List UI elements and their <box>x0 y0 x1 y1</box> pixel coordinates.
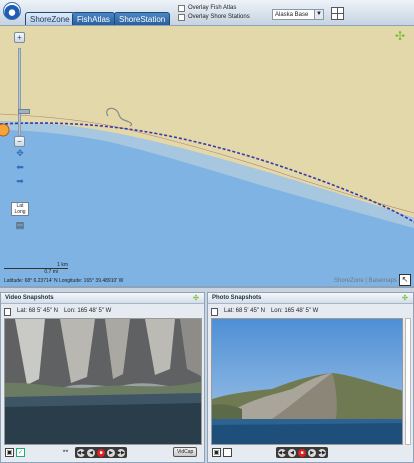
stop-icon[interactable]: ■ <box>97 448 105 457</box>
photo-scrollbar[interactable] <box>405 318 411 445</box>
photo-lat: Lat: 68 5' 45" N <box>224 308 265 314</box>
resize-arrow-icon[interactable]: ↖ <box>399 274 411 286</box>
chevron-down-icon[interactable]: ▼ <box>314 10 323 19</box>
back-arrow-icon[interactable]: ⬅ <box>14 162 26 172</box>
rewind-icon[interactable]: ◀◀ <box>77 448 85 457</box>
stop-icon[interactable]: ■ <box>298 448 306 457</box>
video-frame-image <box>4 318 202 445</box>
overlay-fish-atlas-label: Overlay Fish Atlas <box>188 5 237 11</box>
playback-controls: ◀◀ ◀ ■ ▶ ▶▶ <box>75 447 127 458</box>
tab-shorestation[interactable]: ShoreStation <box>114 12 171 25</box>
video-snapshots-panel: Video Snapshots ✣ Lat: 68 5' 45" N Lon: … <box>0 292 205 463</box>
overlay-shore-stations-label: Overlay Shore Stations <box>188 14 250 20</box>
rewind-icon[interactable]: ◀◀ <box>278 448 286 457</box>
video-panel-header: Video Snapshots ✣ <box>1 293 204 304</box>
camera-icon[interactable]: ▣ <box>5 448 14 457</box>
map-view[interactable]: + − ✥ ⬅ ➡ Lat Long ▤ ✣ 1 km 0.7 mi Latit… <box>0 26 414 288</box>
photo-lon: Lon: 165 48' 5" W <box>270 308 319 314</box>
pan-tool-icon[interactable]: ✥ <box>14 148 26 158</box>
maximize-icon[interactable]: ✣ <box>402 295 409 302</box>
video-panel-title: Video Snapshots <box>5 295 54 301</box>
video-lat: Lat: 68 5' 45" N <box>17 308 58 314</box>
noaa-logo-icon <box>3 2 21 20</box>
photo-panel-title: Photo Snapshots <box>212 295 262 301</box>
photo-controls: ▣ ◀◀ ◀ ■ ▶ ▶▶ <box>208 446 413 460</box>
document-icon[interactable] <box>4 307 11 316</box>
app-header: ShoreZone FishAtlas ShoreStation Overlay… <box>0 0 414 26</box>
scale-bar: 1 km 0.7 mi <box>4 262 68 275</box>
zoom-in-button[interactable]: + <box>14 32 25 43</box>
overlay-fish-atlas-option[interactable]: Overlay Fish Atlas <box>178 4 236 13</box>
photo-image <box>211 318 403 445</box>
next-icon[interactable]: ▶ <box>107 448 115 457</box>
photo-playback-controls: ◀◀ ◀ ■ ▶ ▶▶ <box>276 447 328 458</box>
forward-arrow-icon[interactable]: ➡ <box>14 176 26 186</box>
photo-location: Lat: 68 5' 45" N Lon: 165 48' 5" W <box>211 307 318 316</box>
zoom-out-button[interactable]: − <box>14 136 25 147</box>
overlay-fish-atlas-checkbox[interactable] <box>178 5 185 12</box>
zoom-slider-track[interactable] <box>18 48 30 136</box>
tab-shorezone[interactable]: ShoreZone <box>25 12 75 25</box>
overlay-shore-stations-checkbox[interactable] <box>178 14 185 21</box>
tab-fishatlas[interactable]: FishAtlas <box>72 12 115 25</box>
checkbox-icon[interactable]: ✓ <box>16 448 25 457</box>
prev-icon[interactable]: ◀ <box>288 448 296 457</box>
forward-icon[interactable]: ▶▶ <box>318 448 326 457</box>
lat-long-button[interactable]: Lat Long <box>11 202 29 216</box>
print-icon[interactable]: ▤ <box>14 220 26 230</box>
video-location: Lat: 68 5' 45" N Lon: 165 48' 5" W <box>4 307 111 316</box>
camera-icon[interactable]: ▣ <box>212 448 221 457</box>
vidcap-button[interactable]: VidCap <box>173 447 198 457</box>
zoom-slider-thumb[interactable] <box>18 109 30 114</box>
checkbox-icon[interactable] <box>223 448 232 457</box>
next-icon[interactable]: ▶ <box>308 448 316 457</box>
video-controls: ▣ ✓ ⚯ ◀◀ ◀ ■ ▶ ▶▶ VidCap <box>1 446 204 460</box>
photo-snapshots-panel: Photo Snapshots ✣ Lat: 68 5' 45" N Lon: … <box>207 292 414 463</box>
scale-mi-label: 0.7 mi <box>44 269 58 275</box>
scale-km-label: 1 km <box>57 262 68 268</box>
prev-icon[interactable]: ◀ <box>87 448 95 457</box>
basemap-value: Alaska Base <box>275 12 309 18</box>
overlay-shore-stations-option[interactable]: Overlay Shore Stations <box>178 13 250 22</box>
photo-panel-header: Photo Snapshots ✣ <box>208 293 413 304</box>
document-icon[interactable] <box>211 307 218 316</box>
map-credit: ShoreZone | Basemaps <box>334 278 397 284</box>
fullscreen-icon[interactable]: ✣ <box>394 30 406 42</box>
cursor-coordinates: Latitude: 68° 6.23714' N Longitude: 165°… <box>4 278 124 284</box>
layout-grid-icon[interactable] <box>331 7 344 20</box>
link-icon[interactable]: ⚯ <box>61 448 70 457</box>
basemap-select[interactable]: Alaska Base ▼ <box>272 9 324 20</box>
map-canvas <box>0 26 414 286</box>
forward-icon[interactable]: ▶▶ <box>117 448 125 457</box>
video-lon: Lon: 165 48' 5" W <box>63 308 112 314</box>
maximize-icon[interactable]: ✣ <box>193 295 200 302</box>
